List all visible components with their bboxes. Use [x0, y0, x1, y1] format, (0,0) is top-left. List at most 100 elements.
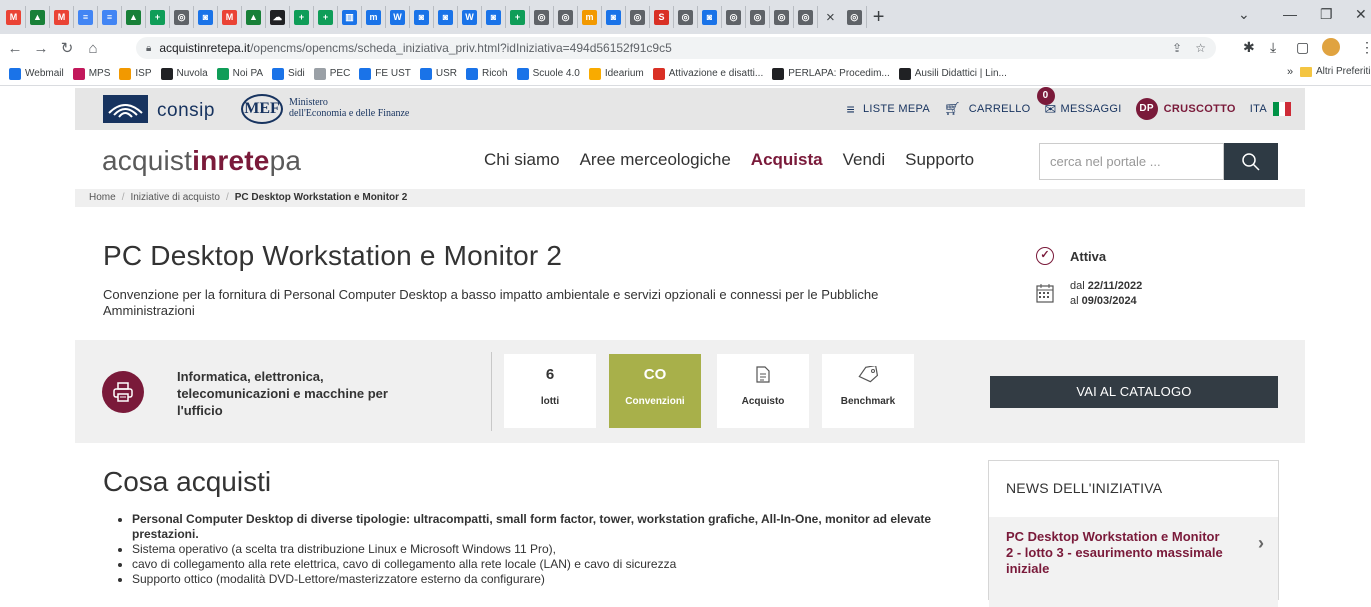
back-arrow-icon[interactable]: ← [4, 40, 26, 57]
browser-tab[interactable]: ≡ [74, 6, 98, 28]
messaggi-link[interactable]: ✉ 0 MESSAGGI [1036, 86, 1122, 118]
news-item[interactable]: PC Desktop Workstation e Monitor 2 - lot… [989, 517, 1278, 607]
browser-tab[interactable]: ◙ [698, 6, 722, 28]
browser-tab[interactable]: ☁ [266, 6, 290, 28]
lotti-card[interactable]: 6 lotti [504, 354, 596, 428]
bookmark-item[interactable]: Idearium [588, 67, 644, 80]
mef-logo[interactable]: MEF [241, 94, 283, 124]
menu-icon[interactable]: ⋮ [1360, 39, 1371, 56]
browser-tab[interactable]: ◎ [722, 6, 746, 28]
bookmark-item[interactable]: Webmail [9, 67, 64, 80]
acquisto-label: Acquisto [741, 396, 785, 407]
restore-button[interactable]: ❐ [1320, 6, 1333, 23]
browser-tab[interactable]: M [2, 6, 26, 28]
acquistinretepa-logo[interactable]: acquistinretepa [102, 145, 301, 177]
language-selector[interactable]: ITA [1250, 102, 1291, 116]
nav-aree-merceologiche[interactable]: Aree merceologiche [580, 150, 731, 170]
bookmark-item[interactable]: USR [419, 67, 457, 80]
share-icon[interactable]: ⇪ [1172, 41, 1182, 55]
minimize-button[interactable]: — [1283, 6, 1297, 22]
benchmark-card[interactable]: Benchmark [822, 354, 914, 428]
liste-mepa-link[interactable]: ≡ LISTE MEPA [847, 101, 930, 117]
bookmark-item[interactable]: Noi PA [216, 67, 263, 80]
bookmark-item[interactable]: FE UST [359, 67, 411, 80]
bookmark-item[interactable]: Nuvola [160, 67, 208, 80]
bookmark-item[interactable]: Ausili Didattici | Lin... [898, 67, 1007, 80]
browser-tab[interactable]: ≡ [98, 6, 122, 28]
browser-tab[interactable]: + [146, 6, 170, 28]
browser-tab[interactable]: W [458, 6, 482, 28]
url-field[interactable]: 🔒︎ acquistinretepa.it/opencms/opencms/sc… [136, 37, 1216, 59]
nav-chi-siamo[interactable]: Chi siamo [484, 150, 560, 170]
browser-tab[interactable]: ◎ [626, 6, 650, 28]
browser-tab[interactable]: ◙ [434, 6, 458, 28]
browser-tab[interactable]: ▲ [26, 6, 50, 28]
tab-search-chevron-icon[interactable]: ⌄ [1238, 6, 1250, 23]
bookmark-item[interactable]: Sidi [272, 67, 305, 80]
download-icon[interactable]: ⤓ [1270, 39, 1276, 56]
vai-al-catalogo-button[interactable]: VAI AL CATALOGO [990, 376, 1278, 408]
side-panel-icon[interactable]: ▢ [1296, 39, 1309, 56]
bookmark-favicon-icon [72, 67, 85, 80]
browser-tab[interactable]: S [650, 6, 674, 28]
bookmark-item[interactable]: PERLAPA: Procedim... [772, 67, 890, 80]
bookmark-item[interactable]: ISP [119, 67, 152, 80]
nav-acquista[interactable]: Acquista [751, 150, 823, 170]
close-window-button[interactable]: ✕ [1355, 6, 1367, 23]
search-button[interactable] [1224, 143, 1278, 180]
acquisto-card[interactable]: Acquisto [717, 354, 809, 428]
bookmarks-more[interactable]: » [1287, 66, 1293, 78]
tag-icon [858, 364, 879, 383]
browser-tab[interactable]: ◎ [530, 6, 554, 28]
reload-icon[interactable]: ↻ [56, 39, 78, 57]
browser-tab[interactable]: ◎ [770, 6, 794, 28]
carrello-link[interactable]: 🛒︎ CARRELLO [944, 101, 1031, 117]
browser-tab[interactable]: ▲ [242, 6, 266, 28]
browser-tab[interactable]: ◎ [554, 6, 578, 28]
browser-tab[interactable]: ◙ [410, 6, 434, 28]
browser-tab[interactable]: ◎ [674, 6, 698, 28]
new-tab-button[interactable]: + [873, 6, 885, 29]
folder-icon [1300, 66, 1312, 77]
close-tab-icon[interactable]: × [826, 9, 835, 26]
browser-tab[interactable]: m [362, 6, 386, 28]
browser-tab[interactable]: ◎ [746, 6, 770, 28]
other-bookmarks[interactable]: Altri Preferiti [1300, 66, 1370, 77]
profile-avatar[interactable] [1322, 38, 1340, 56]
browser-tab[interactable]: + [314, 6, 338, 28]
nav-vendi[interactable]: Vendi [843, 150, 886, 170]
browser-tab[interactable]: ▥ [338, 6, 362, 28]
bookmark-item[interactable]: PEC [313, 67, 350, 80]
browser-tab[interactable]: ◎ [794, 6, 818, 28]
browser-tab[interactable]: ◎ [170, 6, 194, 28]
browser-tab[interactable]: ▲ [122, 6, 146, 28]
bookmark-item[interactable]: Scuole 4.0 [516, 67, 580, 80]
breadcrumb-iniziative[interactable]: Iniziative di acquisto [130, 192, 220, 203]
browser-tab[interactable]: ◙ [194, 6, 218, 28]
forward-arrow-icon[interactable]: → [30, 40, 52, 57]
browser-tab[interactable]: M [218, 6, 242, 28]
browser-tab[interactable]: ◙ [482, 6, 506, 28]
breadcrumb-home[interactable]: Home [89, 192, 116, 203]
browser-tab[interactable]: ◙ [602, 6, 626, 28]
cruscotto-link[interactable]: DP CRUSCOTTO [1135, 98, 1236, 120]
browser-tab[interactable]: W [386, 6, 410, 28]
s-icon: S [654, 9, 669, 25]
bookmark-label: FE UST [375, 68, 411, 79]
consip-wordmark[interactable]: consip [157, 100, 215, 122]
bookmark-favicon-icon [216, 67, 229, 80]
bookmark-item[interactable]: Attivazione e disatti... [652, 67, 763, 80]
convenzioni-card[interactable]: CO Convenzioni [609, 354, 701, 428]
browser-tab[interactable]: m [578, 6, 602, 28]
bookmark-item[interactable]: Ricoh [465, 67, 508, 80]
browser-tab[interactable]: + [290, 6, 314, 28]
browser-tab[interactable]: ◎ [843, 6, 867, 28]
extensions-icon[interactable]: ✱ [1243, 39, 1255, 56]
home-icon[interactable]: ⌂ [82, 40, 104, 57]
browser-tab[interactable]: + [506, 6, 530, 28]
nav-supporto[interactable]: Supporto [905, 150, 974, 170]
search-input[interactable]: cerca nel portale ... [1039, 143, 1224, 180]
bookmark-item[interactable]: MPS [72, 67, 110, 80]
browser-tab[interactable]: M [50, 6, 74, 28]
star-icon[interactable]: ☆ [1195, 41, 1206, 55]
